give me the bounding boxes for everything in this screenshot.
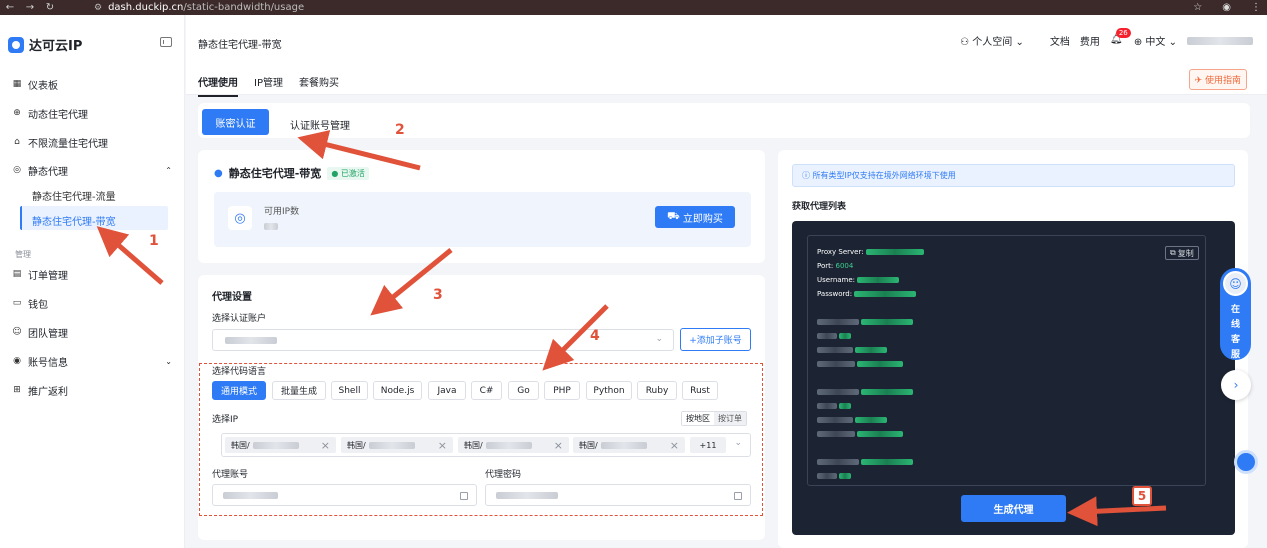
annotation-number-5: 5 (1132, 486, 1152, 506)
annotation-number-2: 2 (395, 122, 405, 138)
annotation-number-4: 4 (590, 328, 600, 344)
annotation-arrow-2 (297, 130, 421, 171)
annotation-arrows (96, 130, 1167, 527)
annotation-number-3: 3 (433, 287, 443, 303)
annotation-number-1: 1 (149, 233, 159, 249)
annotation-arrow-5 (1067, 496, 1167, 527)
